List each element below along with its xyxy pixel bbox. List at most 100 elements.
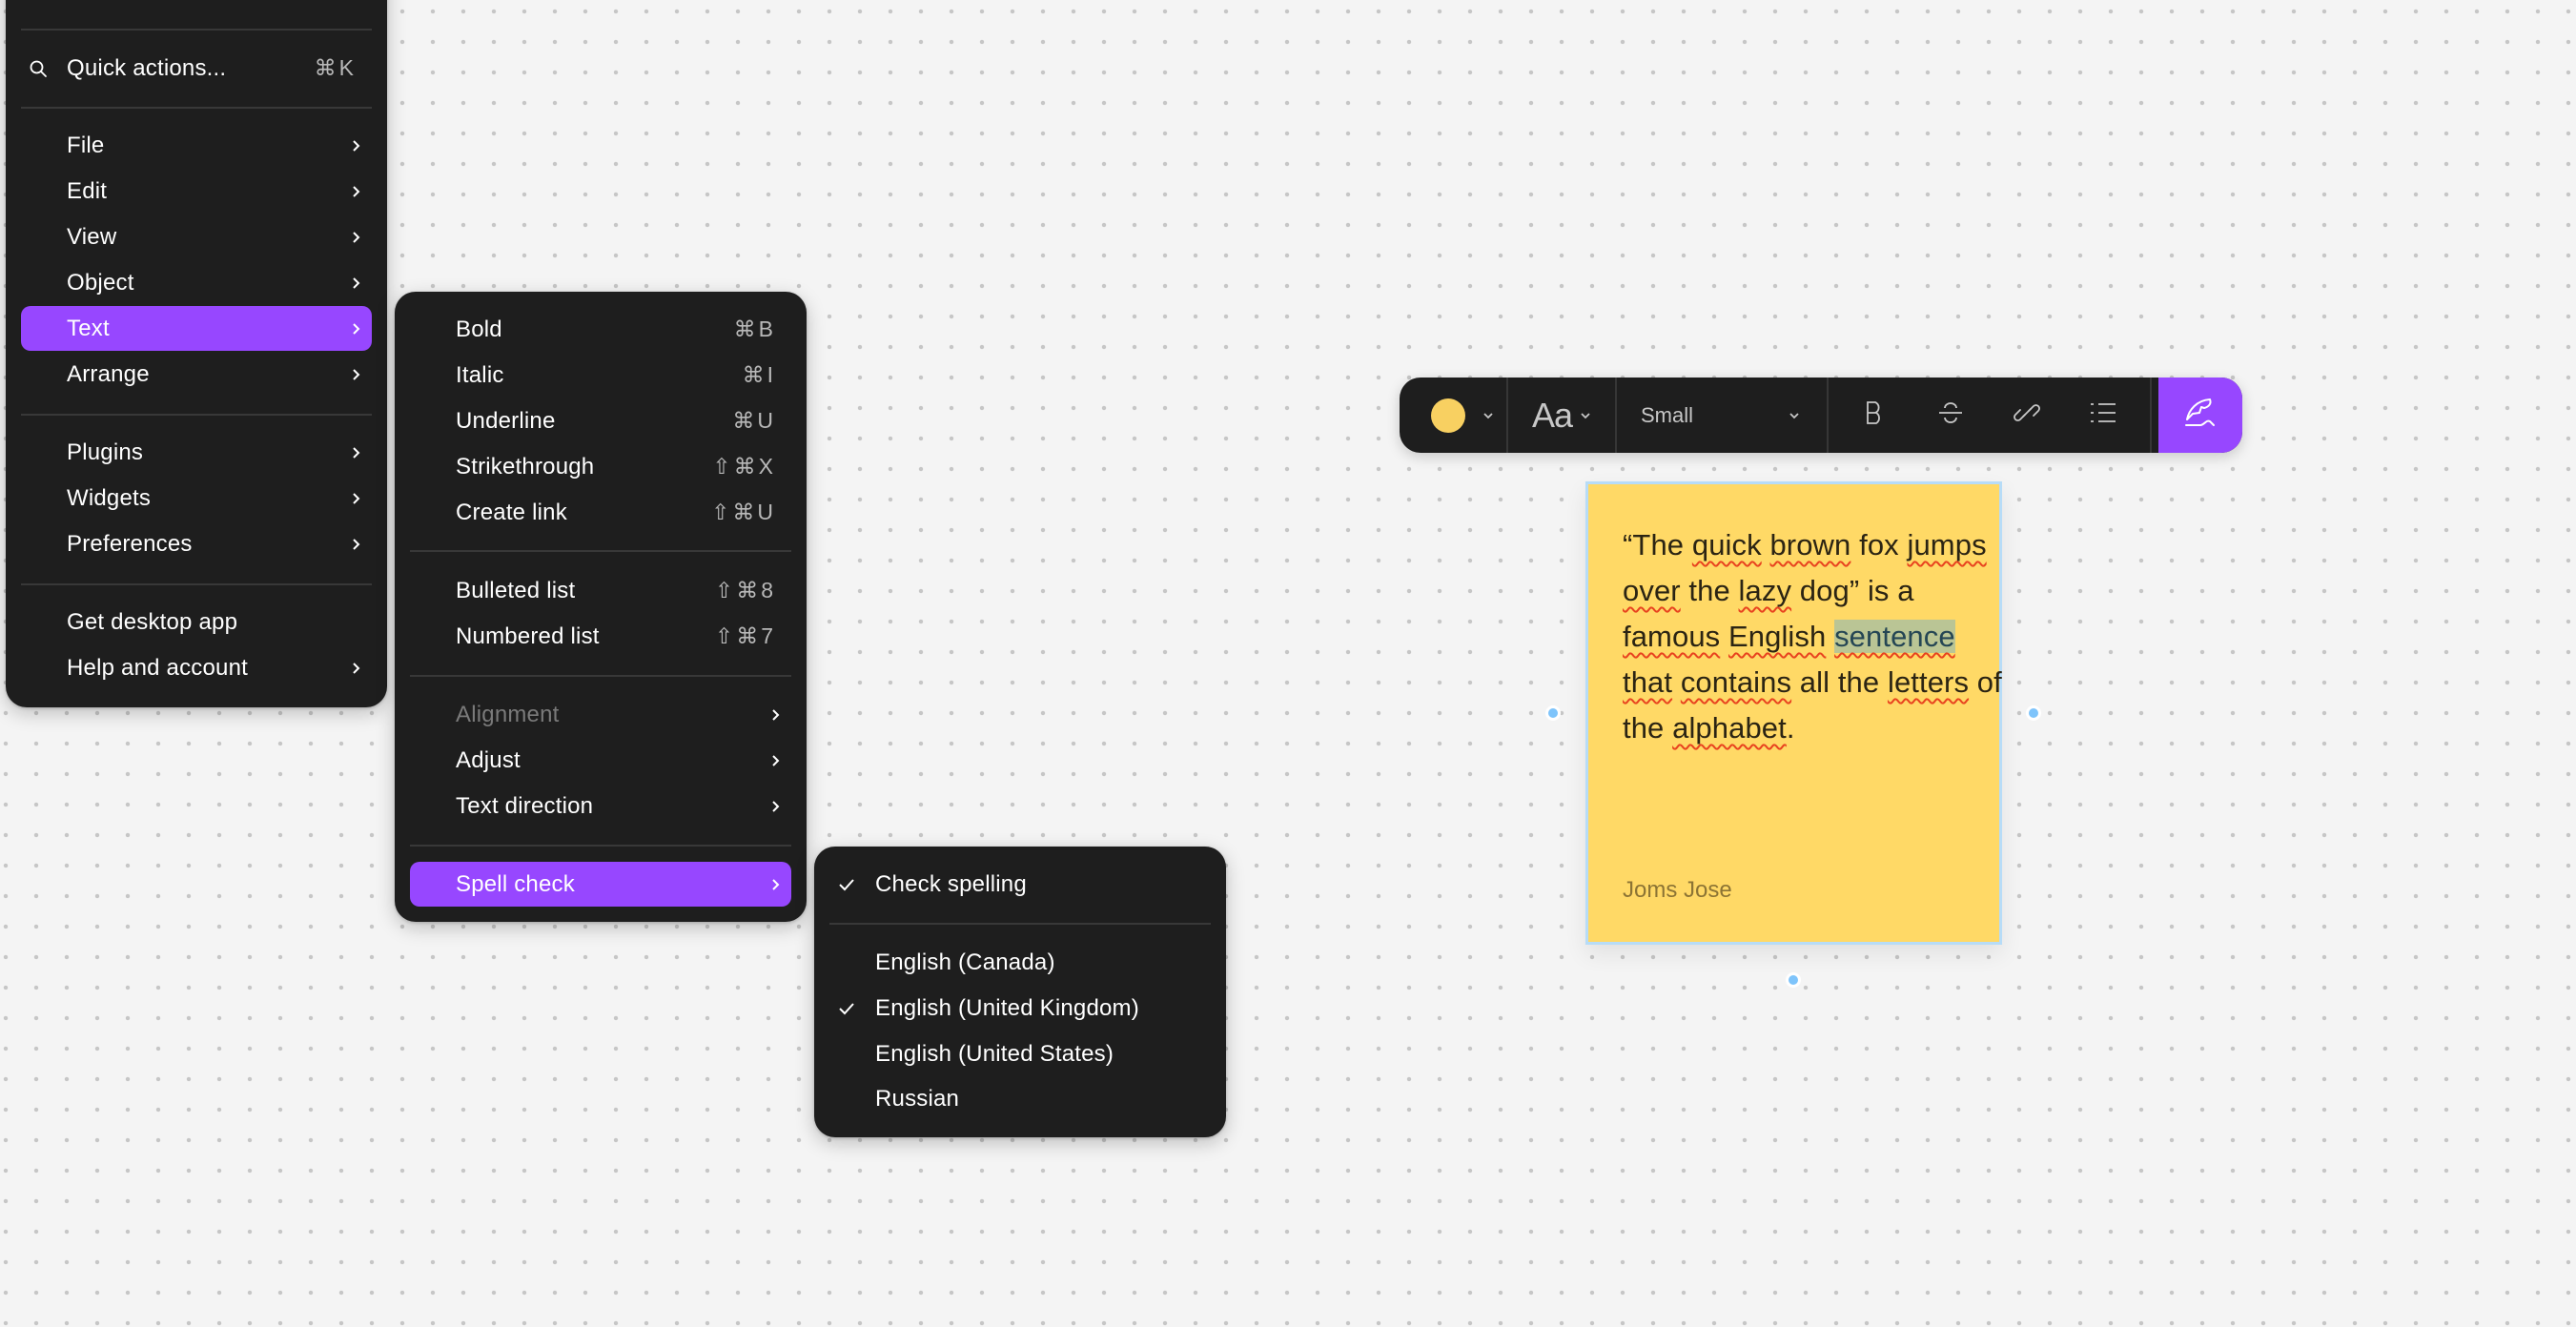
misspelled-word[interactable]: quick — [1692, 528, 1762, 561]
menu-item-quick-actions[interactable]: Quick actions... ⌘K — [21, 46, 372, 91]
chevron-right-icon — [349, 659, 362, 678]
sticky-note[interactable]: “The quick brown fox jumps over the lazy… — [1585, 481, 2002, 945]
menu-item-shortcut: ⇧⌘7 — [714, 623, 776, 648]
checkmark-icon — [835, 997, 858, 1020]
signature-button[interactable] — [2158, 378, 2242, 453]
menu-item-check-spelling[interactable]: Check spelling — [829, 862, 1211, 907]
chevron-right-icon — [349, 443, 362, 462]
menu-item-text[interactable]: Text — [21, 306, 372, 351]
misspelled-word[interactable]: that — [1623, 665, 1672, 699]
menu-item-english-united-kingdom[interactable]: English (United Kingdom) — [829, 986, 1211, 1031]
chevron-right-icon — [349, 228, 362, 247]
menu-item-label: View — [67, 223, 117, 250]
menu-item-object[interactable]: Object — [21, 260, 372, 305]
text-submenu: Bold ⌘B Italic ⌘I Underline ⌘U Strikethr… — [395, 292, 807, 922]
menu-item-label: Widgets — [67, 484, 152, 511]
menu-item-numbered-list[interactable]: Numbered list ⇧⌘7 — [410, 614, 791, 659]
note-text-segment — [1672, 665, 1681, 699]
note-text-segment: fox — [1850, 528, 1908, 561]
menu-item-label: Preferences — [67, 530, 193, 557]
menu-divider — [21, 583, 372, 585]
main-menu: Quick actions... ⌘K File Edit View Objec… — [6, 0, 387, 707]
menu-item-shortcut: ⇧⌘X — [712, 454, 776, 479]
note-text-segment: dog” is a — [1791, 574, 1914, 607]
menu-item-shortcut: ⌘K — [314, 55, 357, 80]
font-size-dropdown[interactable]: Small — [1617, 378, 1827, 453]
menu-item-shortcut: ⇧⌘U — [711, 500, 776, 524]
menu-divider — [21, 107, 372, 109]
menu-item-label: Spell check — [456, 870, 575, 897]
menu-item-get-desktop-app[interactable]: Get desktop app — [21, 600, 372, 644]
menu-item-widgets[interactable]: Widgets — [21, 476, 372, 521]
menu-item-russian[interactable]: Russian — [829, 1076, 1211, 1121]
misspelled-word[interactable]: sentence — [1834, 620, 1955, 653]
misspelled-word[interactable]: over — [1623, 574, 1681, 607]
color-swatch — [1431, 398, 1465, 433]
bulleted-list-icon — [2090, 400, 2116, 430]
chevron-right-icon — [349, 274, 362, 293]
sticky-note-text[interactable]: “The quick brown fox jumps over the lazy… — [1623, 522, 2004, 751]
menu-item-label: Text — [67, 315, 110, 341]
connector-handle-left[interactable] — [1545, 705, 1561, 721]
misspelled-word[interactable]: jumps — [1907, 528, 1986, 561]
note-text-segment: the — [1680, 574, 1739, 607]
menu-item-alignment[interactable]: Alignment — [410, 692, 791, 737]
note-text-segment: all the — [1791, 665, 1888, 699]
misspelled-word[interactable]: lazy — [1739, 574, 1792, 607]
menu-item-english-united-states[interactable]: English (United States) — [829, 1031, 1211, 1076]
bold-button[interactable] — [1848, 378, 1901, 453]
menu-item-arrange[interactable]: Arrange — [21, 352, 372, 397]
menu-item-label: Plugins — [67, 439, 144, 465]
misspelled-word[interactable]: brown — [1769, 528, 1850, 561]
connector-handle-bottom[interactable] — [1786, 972, 1801, 988]
menu-item-label: English (Canada) — [875, 949, 1055, 975]
bulleted-list-button[interactable] — [2076, 378, 2130, 453]
menu-divider — [829, 923, 1211, 925]
misspelled-word[interactable]: letters — [1888, 665, 1969, 699]
strikethrough-button[interactable] — [1924, 378, 1977, 453]
font-family-button[interactable]: Aa — [1508, 378, 1615, 453]
menu-item-label: Strikethrough — [456, 453, 595, 480]
misspelled-word[interactable]: alphabet — [1672, 711, 1787, 745]
link-button[interactable] — [2000, 378, 2054, 453]
menu-item-adjust[interactable]: Adjust — [410, 738, 791, 783]
menu-item-italic[interactable]: Italic ⌘I — [410, 353, 791, 398]
menu-item-file[interactable]: File — [21, 123, 372, 168]
menu-item-label: English (United Kingdom) — [875, 994, 1139, 1021]
note-text-segment — [1720, 620, 1728, 653]
menu-item-label: Bulleted list — [456, 577, 576, 603]
menu-item-strikethrough[interactable]: Strikethrough ⇧⌘X — [410, 444, 791, 489]
menu-item-shortcut: ⌘U — [732, 408, 776, 433]
menu-item-spell-check[interactable]: Spell check — [410, 862, 791, 907]
menu-item-label: Numbered list — [456, 623, 600, 649]
menu-item-label: English (United States) — [875, 1040, 1114, 1067]
misspelled-word[interactable]: English — [1728, 620, 1826, 653]
menu-divider — [410, 675, 791, 677]
menu-item-edit[interactable]: Edit — [21, 169, 372, 214]
menu-item-bulleted-list[interactable]: Bulleted list ⇧⌘8 — [410, 568, 791, 613]
menu-item-view[interactable]: View — [21, 214, 372, 259]
menu-item-bold[interactable]: Bold ⌘B — [410, 307, 791, 352]
menu-item-label: Object — [67, 269, 134, 296]
menu-item-label: Create link — [456, 499, 567, 525]
color-picker-button[interactable] — [1417, 378, 1508, 453]
menu-item-underline[interactable]: Underline ⌘U — [410, 398, 791, 443]
menu-item-label: Italic — [456, 361, 504, 388]
connector-handle-right[interactable] — [2026, 705, 2041, 721]
chevron-right-icon — [349, 319, 362, 338]
menu-item-preferences[interactable]: Preferences — [21, 521, 372, 566]
menu-item-label: Check spelling — [875, 870, 1027, 897]
bold-icon — [1864, 399, 1885, 431]
misspelled-word[interactable]: contains — [1681, 665, 1791, 699]
menu-divider — [410, 845, 791, 847]
menu-item-create-link[interactable]: Create link ⇧⌘U — [410, 490, 791, 535]
menu-item-text-direction[interactable]: Text direction — [410, 784, 791, 828]
menu-item-english-canada[interactable]: English (Canada) — [829, 940, 1211, 985]
menu-item-help-and-account[interactable]: Help and account — [21, 645, 372, 690]
menu-item-plugins[interactable]: Plugins — [21, 430, 372, 475]
chevron-right-icon — [349, 136, 362, 155]
toolbar-divider — [2150, 378, 2152, 453]
menu-item-label: Help and account — [67, 654, 248, 681]
font-size-value: Small — [1641, 402, 1694, 427]
misspelled-word[interactable]: famous — [1623, 620, 1720, 653]
